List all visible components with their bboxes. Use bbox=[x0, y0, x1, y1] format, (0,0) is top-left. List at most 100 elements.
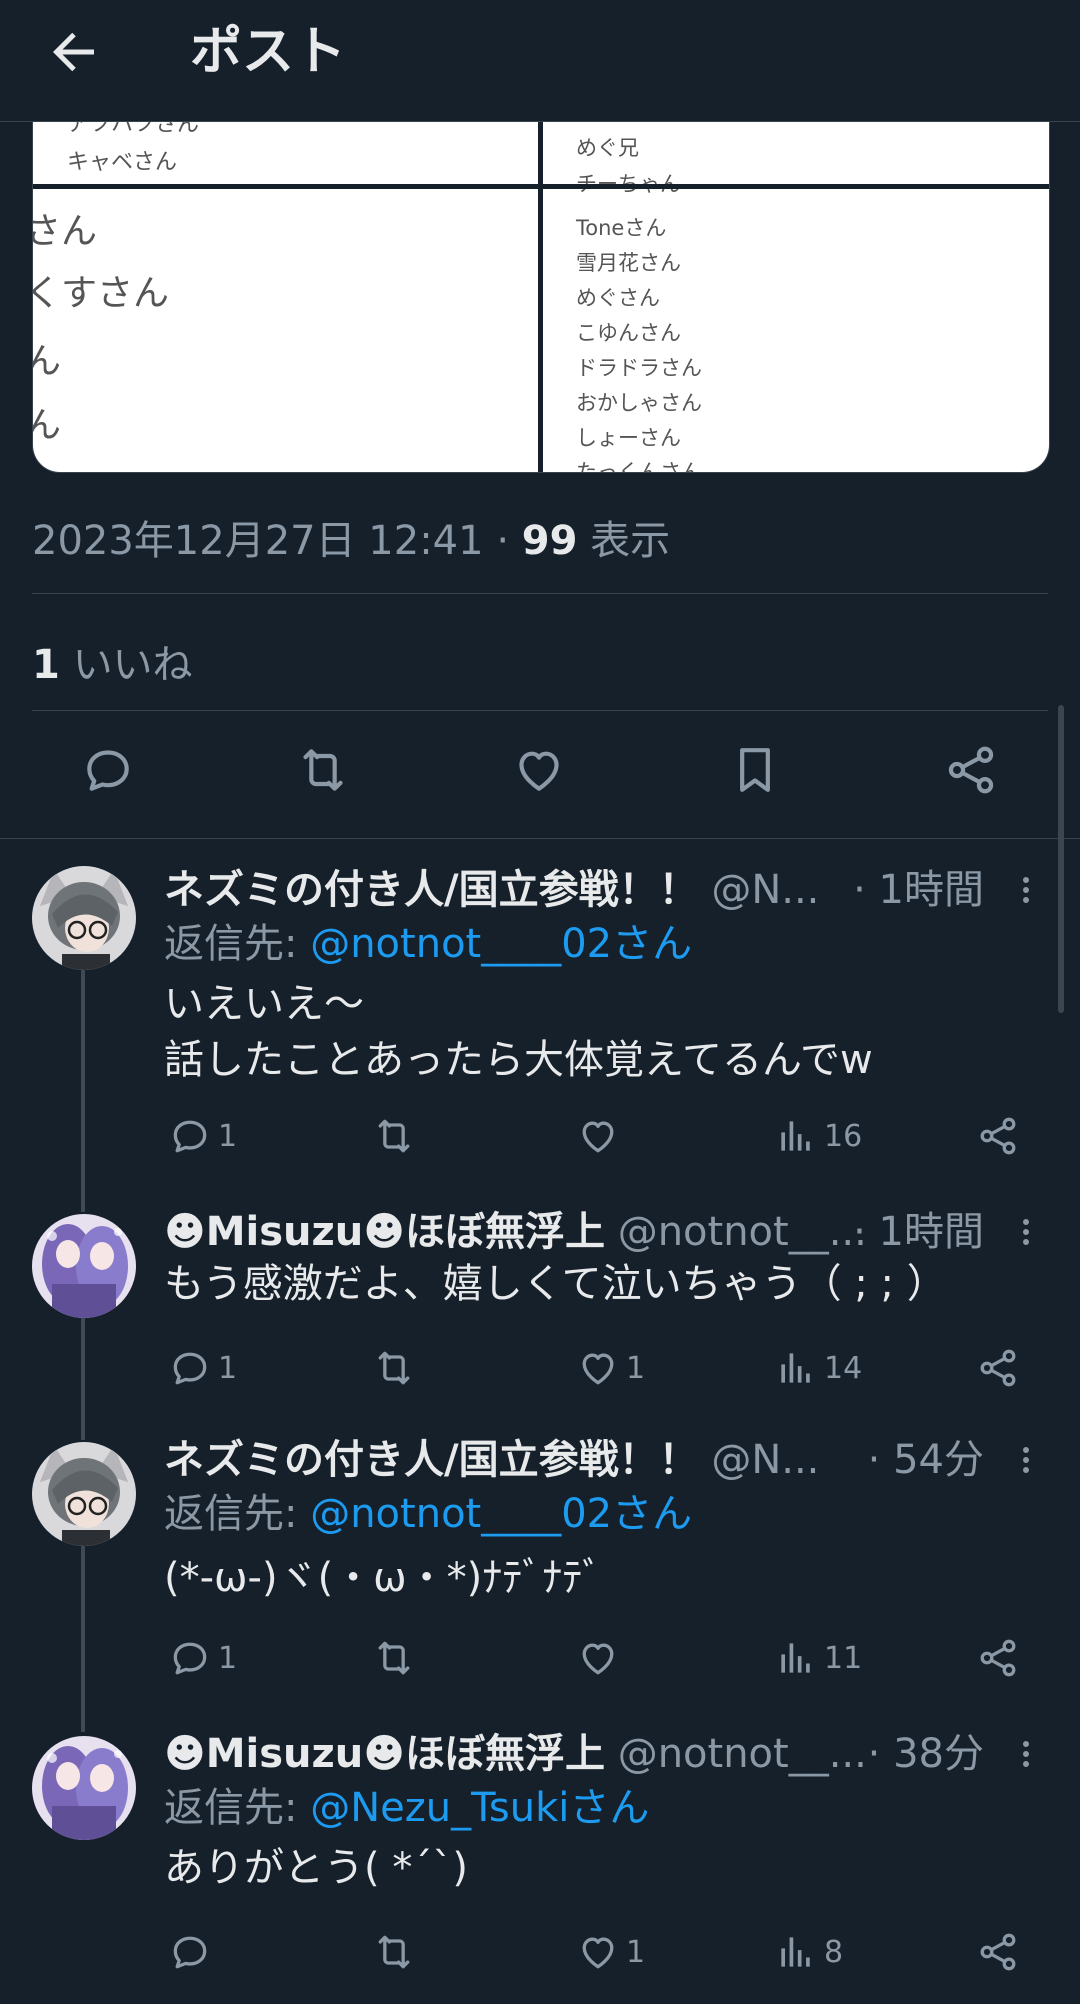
like-button[interactable] bbox=[576, 1108, 626, 1164]
divider bbox=[32, 593, 1048, 594]
share-button[interactable] bbox=[976, 1924, 1020, 1980]
display-name[interactable]: ネズミの付き人/国立参戦！！ bbox=[164, 1437, 699, 1483]
replying-to-handle[interactable]: @Nezu_Tsukiさん bbox=[310, 1785, 649, 1831]
avatar[interactable] bbox=[32, 866, 136, 970]
likes-summary[interactable]: 1 いいね bbox=[32, 632, 193, 690]
share-icon bbox=[980, 1349, 1016, 1387]
meta-separator: · bbox=[496, 518, 510, 564]
more-options-button[interactable] bbox=[1016, 1730, 1036, 1778]
more-options-button[interactable] bbox=[1016, 1208, 1036, 1256]
like-button[interactable] bbox=[511, 742, 567, 798]
more-vertical-icon bbox=[1023, 877, 1029, 903]
image-text: さん bbox=[32, 211, 98, 252]
views-count: 99 bbox=[521, 518, 578, 564]
analytics-icon bbox=[781, 1643, 810, 1673]
share-button[interactable] bbox=[943, 742, 999, 798]
reply-item[interactable]: ネズミの付き人/国立参戦！！ @N... · 54分 返信先: @notnot_… bbox=[0, 1416, 1080, 1702]
reply-item[interactable]: ☻Misuzu☻ほぼ無浮上 @notnot__... · 1時間 もう感激だよ、… bbox=[0, 1188, 1080, 1416]
analytics-icon bbox=[781, 1937, 810, 1967]
top-bar: ポスト bbox=[0, 0, 1080, 122]
replying-to-handle[interactable]: @notnot____02さん bbox=[310, 1491, 692, 1537]
like-count: 1 bbox=[626, 1350, 646, 1386]
retweet-icon bbox=[378, 1119, 410, 1153]
image-text: ん bbox=[33, 396, 61, 448]
image-text: 雪月花さん bbox=[576, 251, 681, 275]
reply-count: 1 bbox=[218, 1350, 238, 1386]
image-text: チーちゃん bbox=[576, 168, 681, 198]
bookmark-button[interactable] bbox=[727, 742, 783, 798]
post-time: · 54分 bbox=[867, 1437, 984, 1483]
more-options-button[interactable] bbox=[1016, 1436, 1036, 1484]
view-count: 14 bbox=[824, 1350, 863, 1386]
heart-icon bbox=[582, 1937, 614, 1969]
replying-to: 返信先: @notnot____02さん bbox=[164, 920, 692, 968]
reply-item[interactable]: ネズミの付き人/国立参戦！！ @N... · 1時間 返信先: @notnot_… bbox=[0, 838, 1080, 1188]
back-button[interactable] bbox=[44, 22, 104, 82]
avatar[interactable] bbox=[32, 1214, 136, 1318]
reply-button[interactable] bbox=[168, 1924, 218, 1980]
replying-to-handle[interactable]: @notnot____02さん bbox=[310, 921, 692, 967]
retweet-button[interactable] bbox=[372, 1340, 422, 1396]
views-button[interactable]: 8 bbox=[774, 1924, 843, 1980]
image-text: めぐさん bbox=[576, 286, 660, 310]
display-name[interactable]: ネズミの付き人/国立参戦！！ bbox=[164, 867, 699, 913]
reply-button[interactable]: 1 bbox=[168, 1108, 237, 1164]
post-time: · 1時間 bbox=[853, 867, 984, 913]
display-name[interactable]: ☻Misuzu☻ほぼ無浮上 bbox=[164, 1209, 605, 1255]
like-button[interactable] bbox=[576, 1630, 626, 1686]
share-button[interactable] bbox=[976, 1630, 1020, 1686]
share-icon bbox=[980, 1933, 1016, 1971]
views-button[interactable]: 16 bbox=[774, 1108, 862, 1164]
user-handle[interactable]: @notnot__... bbox=[618, 1209, 867, 1255]
more-vertical-icon bbox=[1023, 1447, 1029, 1473]
heart-icon bbox=[519, 751, 559, 791]
reply-button[interactable]: 1 bbox=[168, 1340, 237, 1396]
share-icon bbox=[980, 1639, 1016, 1677]
share-button[interactable] bbox=[976, 1340, 1020, 1396]
more-options-button[interactable] bbox=[1016, 866, 1036, 914]
avatar[interactable] bbox=[32, 1736, 136, 1840]
display-name[interactable]: ☻Misuzu☻ほぼ無浮上 bbox=[164, 1731, 605, 1777]
image-text: めぐ兄 bbox=[576, 136, 639, 160]
analytics-icon bbox=[781, 1353, 810, 1383]
reply-text: ありがとう( *´`) bbox=[164, 1845, 468, 1891]
image-text: ん bbox=[33, 332, 61, 384]
post-time: · 1時間 bbox=[853, 1209, 984, 1255]
retweet-icon bbox=[378, 1641, 410, 1675]
post-image[interactable]: アツハツさん キャベさん さん くすさん ん ん めぐ兄 チーちゃん Toneさ… bbox=[32, 122, 1050, 473]
user-handle[interactable]: @N... bbox=[711, 867, 819, 913]
post-datetime[interactable]: 2023年12月27日 12:41 bbox=[32, 518, 484, 564]
image-text: こゆんさん bbox=[576, 321, 681, 345]
reply-item[interactable]: ☻Misuzu☻ほぼ無浮上 @notnot__... · 38分 返信先: @N… bbox=[0, 1702, 1080, 2004]
reply-button[interactable]: 1 bbox=[168, 1630, 237, 1686]
retweet-button[interactable] bbox=[372, 1630, 422, 1686]
share-icon bbox=[948, 746, 994, 794]
like-button[interactable]: 1 bbox=[576, 1340, 645, 1396]
retweet-button[interactable] bbox=[372, 1108, 422, 1164]
retweet-button[interactable] bbox=[372, 1924, 422, 1980]
heart-icon bbox=[582, 1121, 614, 1153]
replying-to-label: 返信先: bbox=[164, 1491, 311, 1537]
heart-icon bbox=[582, 1643, 614, 1675]
views-button[interactable]: 14 bbox=[774, 1340, 862, 1396]
reply-button[interactable] bbox=[80, 742, 136, 798]
reply-text: もう感激だよ、嬉しくて泣いちゃう（ ; ; ） bbox=[164, 1261, 947, 1307]
reply-text: いえいえ～ 話したことあったら大体覚えてるんでw bbox=[164, 981, 873, 1083]
image-text: アツハツさん bbox=[67, 122, 200, 137]
user-handle[interactable]: @notnot__... bbox=[618, 1731, 867, 1777]
views-button[interactable]: 11 bbox=[774, 1630, 862, 1686]
share-button[interactable] bbox=[976, 1108, 1020, 1164]
retweet-icon bbox=[378, 1351, 410, 1385]
reply-icon bbox=[173, 1120, 207, 1153]
user-handle[interactable]: @N... bbox=[711, 1437, 819, 1483]
avatar[interactable] bbox=[32, 1442, 136, 1546]
like-button[interactable]: 1 bbox=[576, 1924, 645, 1980]
image-text: おかしゃさん bbox=[576, 391, 702, 415]
reply-action-bar: 1 8 bbox=[164, 1924, 1044, 1980]
reply-icon bbox=[173, 1936, 207, 1969]
post-action-bar bbox=[0, 712, 1080, 839]
retweet-button[interactable] bbox=[295, 742, 351, 798]
reply-header: ☻Misuzu☻ほぼ無浮上 @notnot__... bbox=[164, 1730, 867, 1778]
reply-icon bbox=[173, 1642, 207, 1675]
post-timestamp: 2023年12月27日 12:41 · 99 表示 bbox=[32, 508, 670, 566]
